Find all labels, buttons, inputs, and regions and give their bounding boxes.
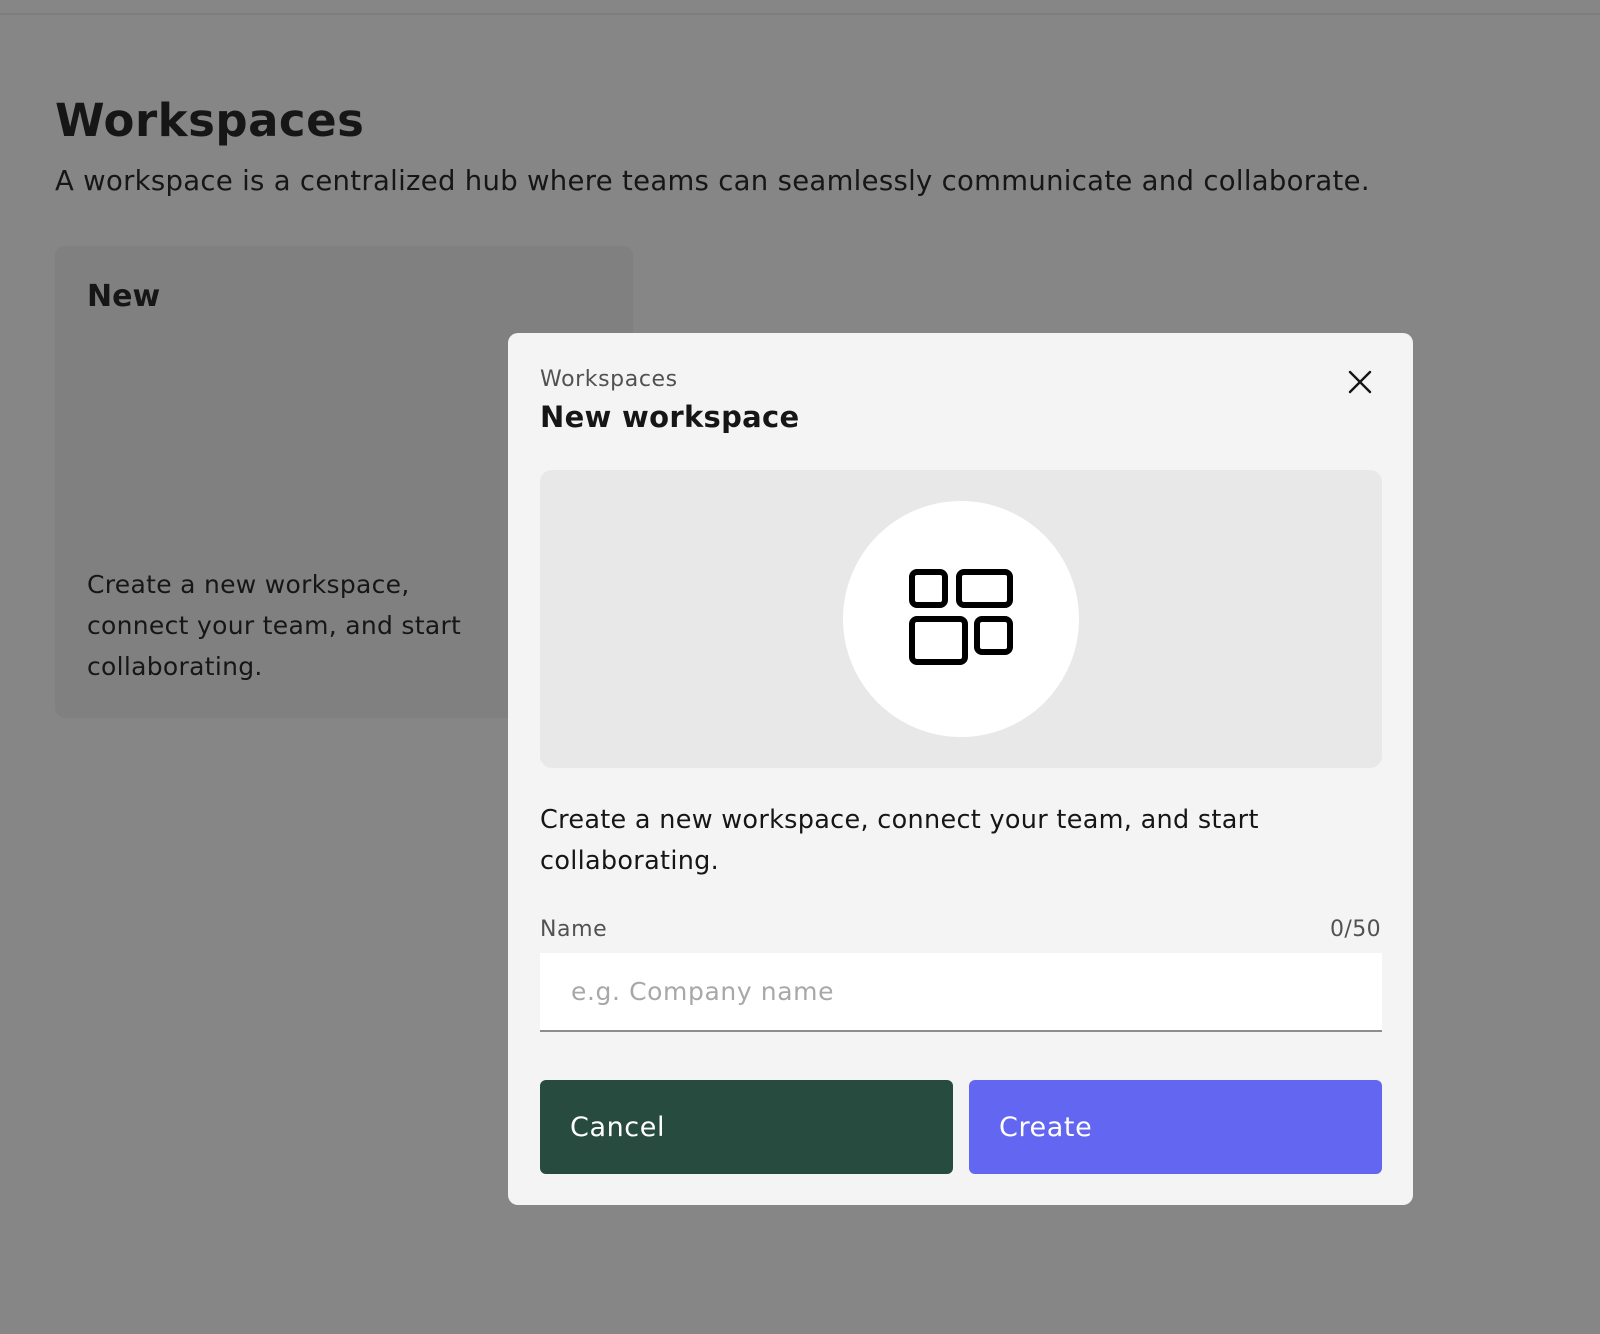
create-button-label: Create [999,1111,1093,1143]
hero-icon-circle [843,501,1079,737]
new-workspace-modal: Workspaces New workspace Create a new wo… [508,333,1413,1205]
cancel-button[interactable]: Cancel [540,1080,953,1174]
create-button[interactable]: Create [969,1080,1382,1174]
modal-eyebrow: Workspaces [540,367,678,392]
cancel-button-label: Cancel [570,1111,666,1143]
name-input[interactable] [540,953,1382,1032]
name-field-label: Name [540,917,608,942]
modal-title: New workspace [540,400,800,434]
close-icon [1347,369,1373,399]
modal-description: Create a new workspace, connect your tea… [540,805,1259,876]
hero-illustration [540,470,1382,768]
grid-icon [909,569,1013,669]
close-button[interactable] [1339,363,1381,405]
name-field-counter: 0/50 [1329,917,1381,942]
